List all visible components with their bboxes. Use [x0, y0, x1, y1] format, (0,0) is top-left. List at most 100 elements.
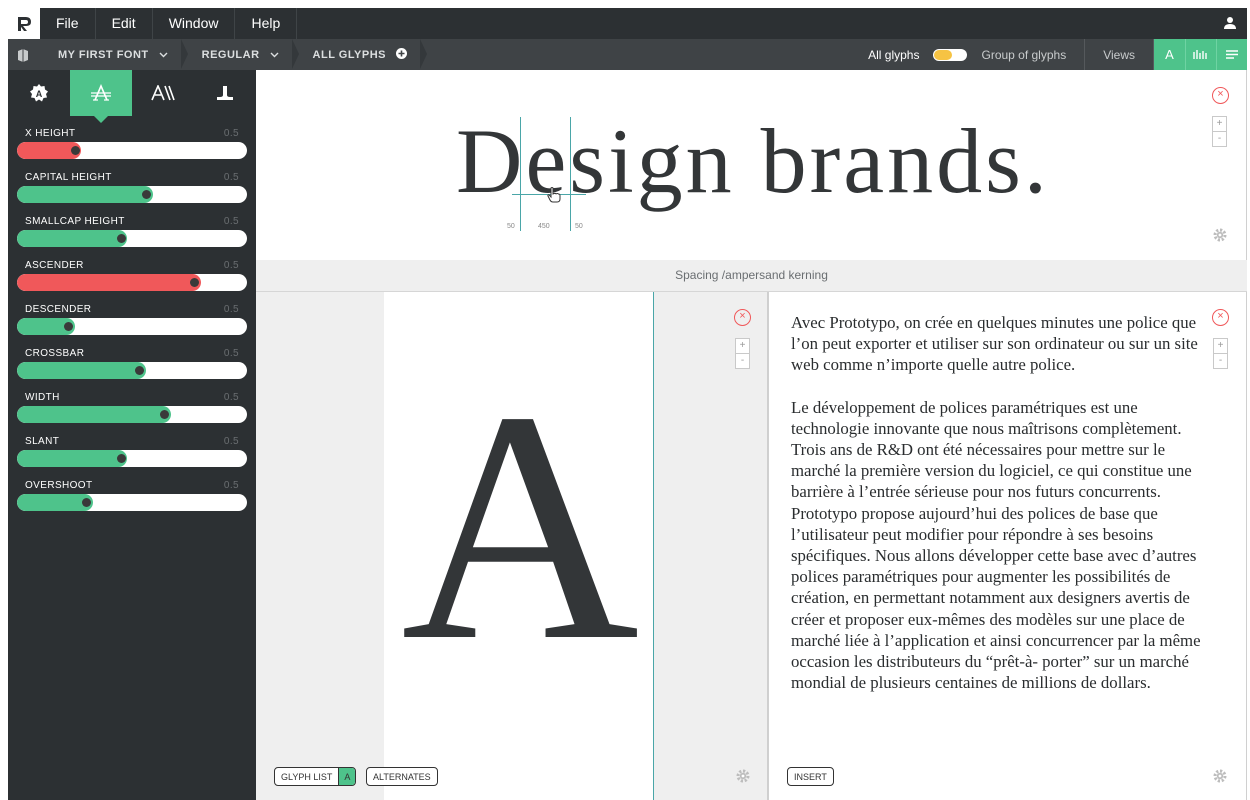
close-panel-button[interactable]: × [1212, 309, 1229, 326]
views-label: Views [1103, 47, 1135, 62]
slider-header: CROSSBAR 0.5 [17, 348, 247, 359]
view-glyph-button[interactable]: A [1154, 39, 1185, 70]
user-icon[interactable] [1223, 16, 1237, 35]
gear-a-icon: A [30, 84, 48, 102]
font-library-icon[interactable] [8, 39, 38, 70]
view-spacing-button[interactable] [1185, 39, 1216, 70]
insert-label: INSERT [794, 771, 827, 782]
menu-help[interactable]: Help [235, 8, 298, 39]
slider-default-value: 0.5 [223, 392, 239, 403]
prototypo-logo[interactable] [8, 8, 40, 39]
slider-handle[interactable] [70, 146, 80, 155]
slider-track[interactable] [17, 142, 247, 159]
tab-serif[interactable] [194, 70, 256, 116]
view-text-button[interactable] [1216, 39, 1247, 70]
slider-header: ASCENDER 0.5 [17, 260, 247, 271]
gear-icon[interactable] [1213, 228, 1227, 247]
slider-label: X HEIGHT [25, 128, 76, 139]
slider-handle[interactable] [134, 366, 144, 375]
spacing-icon [1193, 50, 1207, 59]
zoom-out-button[interactable]: - [1214, 354, 1227, 369]
slider-track[interactable] [17, 274, 247, 291]
slider-track[interactable] [17, 362, 247, 379]
slider-track[interactable] [17, 406, 247, 423]
view-glyph-label: A [1165, 47, 1174, 62]
menu-edit[interactable]: Edit [96, 8, 153, 39]
menu-file[interactable]: File [40, 8, 96, 39]
text-preview-panel: Avec Prototypo, on crée en quelques minu… [768, 292, 1247, 800]
parameter-sliders: X HEIGHT 0.5 CAPITAL HEIGHT 0.5 SMALLCAP HEI… [8, 116, 256, 511]
slider-default-value: 0.5 [223, 480, 239, 491]
breadcrumb-glyphs-label: ALL GLYPHS [312, 48, 386, 61]
breadcrumb-glyphs[interactable]: ALL GLYPHS [292, 39, 427, 70]
gear-icon[interactable] [1213, 769, 1227, 788]
glyph-left-margin [256, 292, 384, 800]
left-bearing-guide[interactable] [520, 117, 521, 231]
menu-bar: File Edit Window Help [8, 8, 1247, 39]
zoom-in-button[interactable]: + [1214, 339, 1227, 354]
slider-fill [17, 406, 172, 423]
slider-handle[interactable] [63, 322, 73, 331]
zoom-control: + - [735, 338, 750, 369]
sample-paragraph: Avec Prototypo, on crée en quelques minu… [791, 313, 1198, 375]
slider-handle[interactable] [116, 234, 126, 243]
tab-metrics[interactable] [70, 70, 132, 123]
sample-text[interactable]: Avec Prototypo, on crée en quelques minu… [791, 312, 1216, 714]
slider-fill [17, 186, 153, 203]
slider-track[interactable] [17, 186, 247, 203]
breadcrumb-font[interactable]: MY FIRST FONT [38, 39, 188, 70]
glyph-panel: A × + - GLYPH LIST A ALTERNATES [256, 292, 768, 800]
zoom-out-button[interactable]: - [1213, 132, 1226, 147]
slider-label: DESCENDER [25, 304, 92, 315]
slider-handle[interactable] [116, 454, 126, 463]
slider-handle[interactable] [141, 190, 151, 199]
tab-style[interactable] [132, 70, 194, 116]
menu-window[interactable]: Window [153, 8, 236, 39]
slider-header: X HEIGHT 0.5 [17, 128, 247, 139]
glyph-right-margin [654, 292, 768, 800]
group-of-glyphs-label[interactable]: Group of glyphs [973, 48, 1074, 62]
parameter-slider: SMALLCAP HEIGHT 0.5 [17, 216, 247, 247]
glyph-canvas[interactable]: A [401, 362, 639, 692]
zoom-in-button[interactable]: + [1213, 117, 1226, 132]
slider-track[interactable] [17, 450, 247, 467]
slider-default-value: 0.5 [223, 348, 239, 359]
slider-header: WIDTH 0.5 [17, 392, 247, 403]
slider-label: SLANT [25, 436, 60, 447]
close-panel-button[interactable]: × [1212, 87, 1229, 104]
slider-header: SMALLCAP HEIGHT 0.5 [17, 216, 247, 227]
slider-track[interactable] [17, 318, 247, 335]
glyph-mode-toggle[interactable] [933, 48, 968, 61]
preview-word[interactable]: Design brands. [456, 108, 1050, 214]
slider-handle[interactable] [82, 498, 91, 507]
glyph-list-button[interactable]: GLYPH LIST A [274, 767, 357, 786]
slider-default-value: 0.5 [223, 128, 239, 139]
advance-width-guide[interactable] [653, 292, 654, 800]
slider-header: SLANT 0.5 [17, 436, 247, 447]
spacing-bar[interactable]: Spacing /ampersand kerning [256, 260, 1247, 292]
slider-default-value: 0.5 [223, 304, 239, 315]
zoom-in-button[interactable]: + [736, 339, 749, 354]
sidebar-tabs: A [8, 70, 256, 123]
right-bearing-guide[interactable] [570, 117, 571, 231]
add-circle-icon[interactable] [396, 47, 407, 62]
slider-track[interactable] [17, 230, 247, 247]
slider-header: DESCENDER 0.5 [17, 304, 247, 315]
slider-label: CROSSBAR [25, 348, 85, 359]
chevron-down-icon [159, 49, 168, 61]
sample-paragraph: Le développement de polices paramétrique… [791, 397, 1201, 693]
breadcrumb-variant-label: REGULAR [201, 48, 260, 61]
gear-icon[interactable] [736, 769, 750, 788]
insert-button[interactable]: INSERT [787, 767, 834, 786]
breadcrumb-variant[interactable]: REGULAR [181, 39, 299, 70]
slider-track[interactable] [17, 494, 247, 511]
slider-default-value: 0.5 [223, 172, 239, 183]
zoom-out-button[interactable]: - [736, 354, 749, 369]
alternates-button[interactable]: ALTERNATES [366, 767, 438, 786]
glyph-list-label: GLYPH LIST [281, 771, 333, 782]
tab-font-settings[interactable]: A [8, 70, 70, 116]
close-panel-button[interactable]: × [734, 309, 751, 326]
parameter-slider: CROSSBAR 0.5 [17, 348, 247, 379]
toggle-knob [934, 49, 953, 60]
all-glyphs-label[interactable]: All glyphs [860, 48, 927, 62]
